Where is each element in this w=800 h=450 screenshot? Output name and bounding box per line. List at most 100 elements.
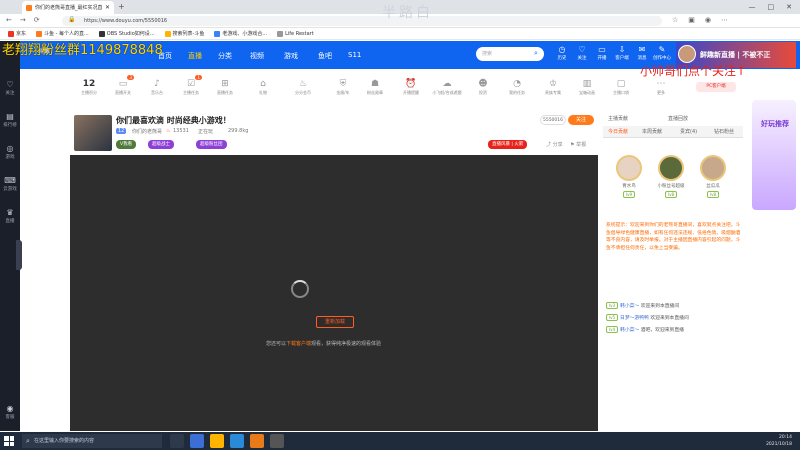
gamepad-icon: ◎ (6, 144, 14, 153)
history-button[interactable]: ◷ 历史 (552, 45, 572, 61)
nav-s11[interactable]: S11 (348, 51, 361, 59)
streamer-name[interactable]: 你们的老熊哥 (132, 128, 162, 135)
client-button[interactable]: ⇩ 客户端 (612, 45, 632, 61)
video-player[interactable] (70, 155, 598, 431)
toolbar-anchor-points[interactable]: 12 主播积分 (74, 78, 104, 96)
tag-pill[interactable]: 超级粉丝团 (196, 140, 227, 149)
new-tab-icon[interactable]: + (118, 2, 125, 11)
nav-video[interactable]: 视频 (250, 51, 264, 61)
tab-vip[interactable]: 贵宾(4) (680, 128, 697, 135)
tag-pill[interactable]: V我看 (116, 140, 137, 149)
bookmark-item[interactable]: 搜索列表-斗鱼 (164, 30, 204, 37)
sidebar-item-service[interactable]: ◉ 客服 (0, 404, 20, 420)
nav-live[interactable]: 直播 (188, 51, 202, 61)
bookmark-item[interactable]: Life Restart (277, 30, 314, 37)
fan-card[interactable]: 胃水鸟 lv9 (612, 155, 646, 198)
edge-browser-icon[interactable] (230, 434, 244, 448)
obs-icon[interactable] (270, 434, 284, 448)
sidebar-item-rank[interactable]: ▤ 排行榜 (0, 112, 20, 128)
taskbar-clock[interactable]: 20:14 2021/10/18 (748, 434, 792, 448)
bookmark-icon (8, 30, 14, 37)
sidebar-item-cloud-game[interactable]: ⌨ 云游戏 (0, 176, 20, 192)
folder-icon[interactable] (210, 434, 224, 448)
toolbar-more[interactable]: ⋯ 更多 (646, 78, 676, 96)
bookmark-icon (36, 30, 43, 37)
taskbar-search-input[interactable]: 在这里输入你要搜索的内容 (22, 434, 162, 448)
toolbar-anchor-task[interactable]: 1 ☑ 主播任务 (176, 75, 206, 96)
sidebar-item-game[interactable]: ◎ 游戏 (0, 144, 20, 160)
menu-icon[interactable]: ⋯ (721, 16, 728, 24)
download-client-link[interactable]: 下载客户端 (286, 341, 311, 347)
tab-today[interactable]: 今日贡献 (608, 128, 628, 135)
message-button[interactable]: ✉ 消息 (632, 45, 652, 61)
report-button[interactable]: ⚑ 举报 (570, 141, 586, 148)
user-avatar[interactable] (678, 45, 696, 63)
toolbar-fan-medal[interactable]: ☗ 粉丝勋章 (360, 78, 390, 96)
toolbar-live-task[interactable]: ⊞ 直播任务 (210, 78, 240, 96)
nav-fishbar[interactable]: 鱼吧 (318, 51, 332, 61)
reload-button[interactable]: 重新加载 (316, 316, 354, 328)
box-icon: ▥ (582, 79, 592, 89)
share-button[interactable]: ⤴ 分享 (546, 141, 563, 148)
follow-button[interactable]: 关注 (568, 115, 594, 125)
music-icon: ♪ (154, 79, 160, 89)
pc-client-button[interactable]: PC客户端 (696, 82, 736, 92)
tab-diamond[interactable]: 钻石粉丝 (714, 128, 734, 135)
bookmark-item[interactable]: 老游戏、小游戏合... (214, 30, 267, 37)
category-label[interactable]: 正在玩 (198, 128, 213, 135)
sidebar-item-live[interactable]: ♛ 直播 (0, 208, 20, 224)
maximize-icon[interactable]: □ (768, 3, 775, 11)
app-icon[interactable] (250, 434, 264, 448)
fan-card[interactable]: 小粉丝号超级 lv8 (654, 155, 688, 198)
profile-icon[interactable]: ◉ (705, 16, 711, 24)
star-icon[interactable]: ☆ (672, 16, 678, 24)
back-icon[interactable]: ← (6, 16, 12, 24)
toolbar-spaceship[interactable]: ☁ 小飞船/合成遊戲 (432, 78, 462, 96)
creator-center-button[interactable]: ✎ 创作中心 (652, 45, 672, 61)
toolbar-my-task[interactable]: ◔ 我的任务 (502, 78, 532, 96)
tab-week[interactable]: 本周贡献 (642, 128, 662, 135)
bookmark-item[interactable]: 京东 (8, 30, 26, 37)
rocket-badge[interactable]: 直播风暴 | 火箭 (488, 140, 528, 149)
sidebar-collapse-handle[interactable] (16, 240, 22, 270)
toolbar-box[interactable]: ▥ 宝箱动画 (572, 78, 602, 96)
anchor-contribution-link[interactable]: 主播贡献 (608, 115, 628, 122)
bookmark-item[interactable]: 斗鱼 - 每个人的直... (36, 30, 89, 37)
tag-pill[interactable]: 超级战士 (148, 140, 174, 149)
file-explorer-icon[interactable] (190, 434, 204, 448)
browser-actions: ☆ ▣ ◉ ⋯ (672, 16, 728, 24)
start-stream-button[interactable]: ▭ 开播 (592, 45, 612, 61)
url-input[interactable]: https://www.douyu.com/5550016 (62, 16, 662, 26)
toolbar-stream-switch[interactable]: 3 ▭ 直播开关 (108, 75, 138, 96)
streamer-avatar[interactable] (74, 115, 112, 151)
close-tab-icon[interactable]: ✕ (105, 4, 110, 11)
browser-tab[interactable]: 你们的老熊哥直播_最红实况直播... ✕ (22, 1, 114, 14)
nav-category[interactable]: 分类 (218, 51, 232, 61)
side-promo-banner[interactable] (752, 100, 796, 210)
fan-card[interactable]: 丝瓜瓜 lv8 (696, 155, 730, 198)
service-icon: ◉ (6, 404, 14, 413)
search-icon[interactable]: ⌕ (534, 49, 538, 58)
sidebar-item-follow[interactable]: ♡ 关注 (0, 80, 20, 96)
toolbar-music[interactable]: ♪ 音乐台 (142, 78, 172, 96)
task-view-icon[interactable] (170, 434, 184, 448)
toolbar-noble[interactable]: ♔ 贵族专属 (538, 78, 568, 96)
toolbar-coins[interactable]: ♨ 分分金币 (288, 78, 318, 96)
toolbar-invest[interactable]: ☻ 投资 (468, 78, 498, 96)
toolbar-shield[interactable]: ⛨ 金盾/车 (328, 78, 358, 96)
toolbar-gift[interactable]: ⌂ 礼物 (248, 78, 278, 96)
close-window-icon[interactable]: ✕ (786, 3, 792, 11)
windows-start-icon[interactable] (4, 436, 14, 446)
toolbar-reminder[interactable]: ⏰ 开播提醒 (396, 78, 426, 96)
nav-game[interactable]: 游戏 (284, 51, 298, 61)
subs-count: 299.8kg (228, 128, 249, 134)
toolbar-pocket[interactable]: ▢ 主播口袋 (606, 78, 636, 96)
minimize-icon[interactable]: — (749, 3, 756, 11)
follow-list-button[interactable]: ♡ 关注 (572, 45, 592, 61)
collections-icon[interactable]: ▣ (688, 16, 695, 24)
forward-icon[interactable]: → (20, 16, 26, 24)
bookmark-item[interactable]: OBS Studio如何设... (98, 30, 155, 37)
reload-icon[interactable]: ⟳ (34, 16, 40, 24)
replay-link[interactable]: 直播回放 (668, 115, 688, 122)
crown-icon: ♔ (548, 79, 558, 89)
